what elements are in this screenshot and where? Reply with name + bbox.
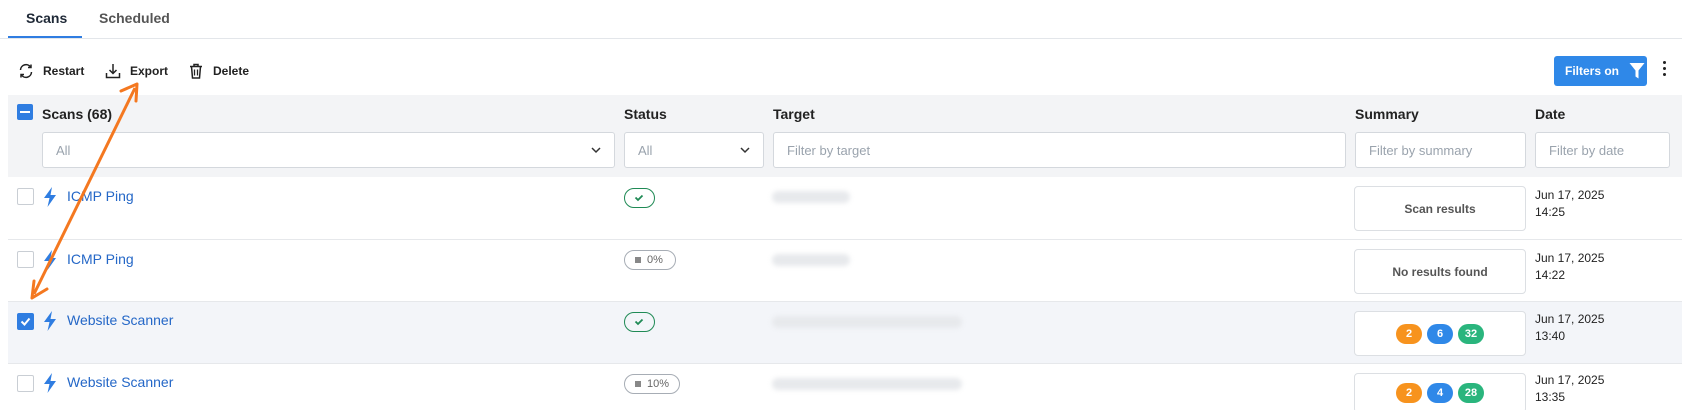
target-value-redacted bbox=[772, 378, 962, 390]
high-count-badge: 2 bbox=[1396, 323, 1422, 344]
bolt-icon bbox=[44, 373, 56, 393]
time-value: 14:25 bbox=[1535, 205, 1566, 219]
date-filter-input[interactable]: Filter by date bbox=[1535, 132, 1670, 168]
progress-value: 10% bbox=[647, 378, 670, 390]
scan-name-link[interactable]: Website Scanner bbox=[67, 312, 173, 328]
header-date[interactable]: Date bbox=[1535, 106, 1565, 122]
scan-name-link[interactable]: ICMP Ping bbox=[67, 188, 134, 204]
date-value: Jun 17, 2025 bbox=[1535, 312, 1605, 326]
active-tab-indicator bbox=[8, 36, 82, 38]
bolt-icon bbox=[44, 311, 56, 331]
date-value: Jun 17, 2025 bbox=[1535, 373, 1605, 387]
medium-count-badge: 6 bbox=[1427, 323, 1453, 344]
date-cell: Jun 17, 2025 14:22 bbox=[1535, 250, 1604, 284]
progress-value: 0% bbox=[647, 254, 663, 266]
time-value: 13:40 bbox=[1535, 329, 1566, 343]
status-progress-badge: 0% bbox=[624, 250, 676, 270]
tab-bar: Scans Scheduled bbox=[0, 0, 1682, 39]
summary-text: No results found bbox=[1392, 264, 1488, 279]
scan-name-link[interactable]: ICMP Ping bbox=[67, 251, 134, 267]
summary-box[interactable]: 2 6 32 bbox=[1354, 311, 1526, 356]
restart-button[interactable]: Restart bbox=[17, 55, 84, 87]
target-value-redacted bbox=[772, 191, 850, 203]
export-button[interactable]: Export bbox=[104, 55, 168, 87]
toolbar: Restart Export Delete bbox=[0, 55, 1682, 87]
filter-icon bbox=[1629, 63, 1645, 79]
tab-scheduled[interactable]: Scheduled bbox=[99, 10, 170, 26]
high-count-badge: 2 bbox=[1396, 383, 1422, 403]
delete-label: Delete bbox=[213, 64, 250, 78]
header-target[interactable]: Target bbox=[773, 106, 815, 122]
summary-box[interactable]: 2 4 28 bbox=[1354, 373, 1526, 410]
restart-label: Restart bbox=[43, 64, 85, 78]
date-filter-placeholder: Filter by date bbox=[1549, 142, 1625, 158]
row-checkbox[interactable] bbox=[17, 313, 34, 330]
medium-count-badge: 4 bbox=[1427, 383, 1453, 403]
low-count-badge: 32 bbox=[1458, 323, 1484, 344]
target-filter-input[interactable]: Filter by target bbox=[773, 132, 1346, 168]
download-icon bbox=[105, 64, 121, 79]
table-row[interactable]: Website Scanner 2 6 32 Jun 17, 2025 13:4… bbox=[8, 302, 1682, 364]
scans-filter-value: All bbox=[56, 142, 71, 158]
trash-icon bbox=[190, 63, 202, 79]
date-cell: Jun 17, 2025 13:40 bbox=[1535, 311, 1604, 345]
stop-icon bbox=[635, 381, 641, 387]
check-icon bbox=[634, 194, 644, 202]
header-summary: Summary bbox=[1355, 106, 1419, 122]
date-cell: Jun 17, 2025 13:35 bbox=[1535, 372, 1604, 406]
status-progress-badge: 10% bbox=[624, 374, 680, 394]
date-cell: Jun 17, 2025 14:25 bbox=[1535, 187, 1604, 221]
table-row[interactable]: ICMP Ping 0% No results found Jun 17, 20… bbox=[8, 240, 1682, 302]
row-checkbox[interactable] bbox=[17, 251, 34, 268]
stop-icon bbox=[635, 257, 641, 263]
status-complete-badge bbox=[624, 312, 655, 332]
target-value-redacted bbox=[772, 316, 962, 328]
header-status: Status bbox=[624, 106, 667, 122]
filters-on-label: Filters on bbox=[1565, 64, 1620, 78]
summary-text: Scan results bbox=[1404, 201, 1476, 216]
row-checkbox[interactable] bbox=[17, 375, 34, 392]
status-filter-value: All bbox=[638, 142, 653, 158]
summary-filter-placeholder: Filter by summary bbox=[1369, 142, 1473, 158]
export-label: Export bbox=[130, 64, 169, 78]
delete-button[interactable]: Delete bbox=[187, 55, 249, 87]
table-row[interactable]: Website Scanner 10% 2 4 28 Jun 17, 2025 … bbox=[8, 364, 1682, 410]
bolt-icon bbox=[44, 187, 56, 207]
table-row[interactable]: ICMP Ping Scan results Jun 17, 2025 14:2… bbox=[8, 178, 1682, 240]
filters-on-button[interactable]: Filters on bbox=[1554, 56, 1647, 86]
row-checkbox[interactable] bbox=[17, 188, 34, 205]
restart-icon bbox=[19, 63, 33, 79]
bolt-icon bbox=[44, 250, 56, 270]
chevron-down-icon bbox=[740, 147, 750, 154]
summary-box[interactable]: Scan results bbox=[1354, 186, 1526, 231]
target-filter-placeholder: Filter by target bbox=[787, 142, 871, 158]
target-value-redacted bbox=[772, 254, 850, 266]
header-scans: Scans (68) bbox=[42, 106, 113, 122]
status-filter-select[interactable]: All bbox=[624, 132, 764, 168]
summary-filter-input[interactable]: Filter by summary bbox=[1355, 132, 1526, 168]
time-value: 14:22 bbox=[1535, 268, 1566, 282]
date-value: Jun 17, 2025 bbox=[1535, 188, 1605, 202]
tab-scans[interactable]: Scans bbox=[26, 10, 67, 26]
date-value: Jun 17, 2025 bbox=[1535, 251, 1605, 265]
time-value: 13:35 bbox=[1535, 390, 1566, 404]
chevron-down-icon bbox=[591, 147, 601, 154]
check-icon bbox=[20, 317, 31, 326]
low-count-badge: 28 bbox=[1458, 383, 1484, 403]
status-complete-badge bbox=[624, 188, 655, 208]
summary-box[interactable]: No results found bbox=[1354, 249, 1526, 294]
select-all-checkbox[interactable] bbox=[17, 104, 33, 120]
kebab-icon[interactable] bbox=[1658, 61, 1670, 81]
scan-name-link[interactable]: Website Scanner bbox=[67, 374, 173, 390]
check-icon bbox=[634, 318, 644, 326]
scans-filter-select[interactable]: All bbox=[42, 132, 615, 168]
